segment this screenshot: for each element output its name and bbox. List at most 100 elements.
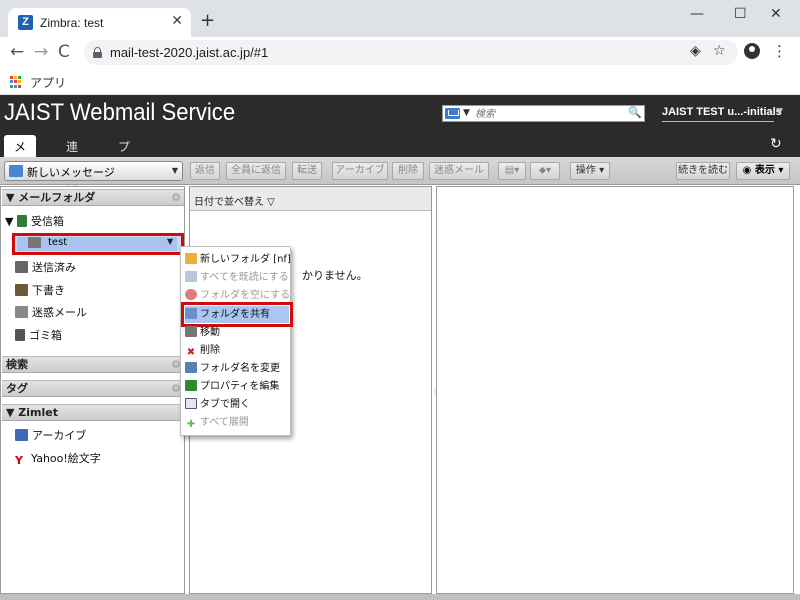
tab-mail[interactable]: メール — [4, 135, 37, 188]
sent-folder-icon — [15, 261, 28, 273]
tags-section-header[interactable]: タグ ⚙ — [2, 380, 184, 397]
sidebar-item-trash[interactable]: ゴミ箱 — [15, 327, 62, 345]
tab-title: Zimbra: test — [40, 16, 104, 30]
mail-search-type-icon[interactable] — [445, 108, 460, 119]
delete-x-icon: ✖ — [186, 347, 196, 358]
menu-item-expand-all[interactable]: ✚ すべて展開 — [185, 414, 289, 431]
sidebar-item-test[interactable]: test ▼ — [12, 233, 184, 255]
new-folder-icon — [185, 253, 197, 264]
browser-tab[interactable]: Z Zimbra: test ✕ — [8, 8, 191, 37]
actions-button[interactable]: 操作 ▾ — [570, 162, 610, 180]
menu-item-new-folder[interactable]: 新しいフォルダ [nf] — [185, 251, 291, 268]
reload-icon[interactable]: C — [58, 42, 70, 62]
rename-icon — [185, 362, 197, 373]
mail-folders-header[interactable]: ▼ メールフォルダ ⚙ — [2, 189, 184, 206]
forward-icon[interactable]: → — [34, 42, 48, 62]
search-icon[interactable]: 🔍 — [628, 106, 642, 119]
move-icon — [185, 326, 197, 337]
empty-folder-icon — [185, 289, 197, 300]
new-folder-label: 新しいフォルダ [nf] — [200, 254, 291, 265]
gear-icon[interactable]: ⚙ — [171, 190, 181, 205]
tags-section-title: タグ — [6, 382, 28, 395]
chevron-down-icon[interactable]: ▼ — [167, 237, 173, 246]
reply-button[interactable]: 返信 — [190, 162, 220, 180]
zimlet-section-title: Zimlet — [18, 406, 58, 419]
search-box[interactable]: ▼ 🔍 — [442, 105, 645, 122]
menu-item-move[interactable]: 移動 — [185, 324, 289, 341]
search-input[interactable] — [475, 107, 625, 121]
mail-folders-title: メールフォルダ — [18, 191, 96, 204]
omnibox[interactable]: mail-test-2020.jaist.ac.jp/#1 ◈ ☆ — [84, 40, 738, 65]
minimize-icon[interactable]: — — [690, 6, 704, 22]
new-message-button[interactable]: 新しいメッセージ ▼ — [4, 161, 183, 181]
user-menu-label[interactable]: JAIST TEST u...-initials — [662, 106, 782, 118]
trash-label: ゴミ箱 — [29, 329, 62, 342]
menu-item-delete[interactable]: ✖ 削除 — [185, 342, 289, 359]
new-tab-icon[interactable]: + — [200, 10, 215, 31]
apps-bookmark-label[interactable]: アプリ — [30, 74, 66, 91]
new-message-label: 新しいメッセージ — [27, 166, 115, 179]
mark-all-read-label: すべてを既読にする — [200, 272, 289, 283]
zimlet-item-archive[interactable]: アーカイブ — [15, 427, 86, 445]
inbox-icon — [16, 215, 27, 227]
bookmarks-bar: アプリ — [0, 68, 800, 95]
spam-button[interactable]: 迷惑メール — [429, 162, 489, 180]
profile-avatar-icon[interactable] — [744, 43, 760, 59]
browser-menu-icon[interactable]: ⋮ — [772, 42, 787, 60]
sidebar-item-spam[interactable]: 迷惑メール — [15, 304, 87, 322]
menu-item-empty-folder[interactable]: フォルダを空にする — [185, 287, 290, 304]
delete-button[interactable]: 削除 — [392, 162, 424, 180]
delete-label: 削除 — [200, 345, 220, 356]
zimbra-favicon-icon: Z — [18, 15, 33, 30]
menu-item-rename-folder[interactable]: フォルダ名を変更 — [185, 360, 289, 377]
archive-button[interactable]: アーカイブ — [332, 162, 388, 180]
archive-zimlet-icon — [15, 429, 28, 441]
actions-label: 操作 — [575, 165, 596, 176]
menu-item-mark-all-read[interactable]: すべてを既読にする — [185, 269, 289, 286]
url-text[interactable]: mail-test-2020.jaist.ac.jp/#1 — [110, 45, 268, 60]
properties-icon — [185, 380, 197, 391]
sort-header[interactable]: 日付で並べ替え ▽ — [190, 187, 431, 211]
chevron-down-icon[interactable]: ▼ — [172, 166, 178, 175]
menu-item-share-folder[interactable]: フォルダを共有 — [181, 302, 293, 327]
expand-all-label: すべて展開 — [200, 417, 249, 428]
zimlet-section-header[interactable]: ▼ Zimlet — [2, 404, 184, 421]
read-more-button[interactable]: 続きを読む — [676, 162, 730, 180]
menu-item-edit-properties[interactable]: プロパティを編集 — [185, 378, 289, 395]
reply-all-button[interactable]: 全員に返信 — [226, 162, 286, 180]
sidebar-item-drafts[interactable]: 下書き — [15, 282, 65, 300]
user-underline — [662, 121, 774, 122]
yahoo-icon: Y — [15, 454, 23, 467]
drafts-label: 下書き — [32, 284, 65, 297]
maximize-icon[interactable]: ☐ — [734, 6, 747, 22]
tag-icon[interactable]: ⬥▾ — [530, 162, 560, 180]
lock-icon — [93, 47, 102, 58]
tab-close-icon[interactable]: ✕ — [171, 13, 183, 29]
bookmark-star-icon[interactable]: ☆ — [713, 43, 726, 59]
tab-contacts[interactable]: 連絡先 — [56, 135, 88, 188]
trash-icon — [15, 329, 25, 341]
yahoo-emoji-label: Yahoo!絵文字 — [31, 452, 101, 465]
expand-plus-icon: ✚ — [186, 419, 196, 430]
menu-item-open-in-tab[interactable]: タブで開く — [185, 396, 289, 413]
refresh-icon[interactable]: ↻ — [770, 136, 782, 152]
folder-context-menu: 新しいフォルダ [nf] すべてを既読にする フォルダを空にする フォルダを共有… — [180, 246, 293, 436]
app-logo: JAIST Webmail Service — [4, 99, 236, 126]
sent-label: 送信済み — [32, 261, 76, 274]
mark-read-icon — [185, 271, 197, 282]
forward-button[interactable]: 転送 — [292, 162, 322, 180]
print-icon[interactable]: ▤▾ — [498, 162, 526, 180]
back-icon[interactable]: ← — [10, 42, 24, 62]
user-menu-chevron-icon[interactable]: ▼ — [776, 107, 783, 117]
inbox-label: 受信箱 — [30, 215, 64, 228]
window-close-icon[interactable]: ✕ — [770, 6, 782, 22]
view-button[interactable]: ◉ 表示 ▾ — [736, 162, 790, 180]
sidebar-item-inbox[interactable]: ▼ 受信箱 — [5, 213, 64, 231]
apps-grid-icon[interactable] — [10, 76, 22, 88]
sidebar-item-sent[interactable]: 送信済み — [15, 259, 76, 277]
chevron-down-icon[interactable]: ▼ — [463, 108, 470, 118]
search-section-header[interactable]: 検索 ⚙ — [2, 356, 184, 373]
zimlet-item-yahoo-emoji[interactable]: Y Yahoo!絵文字 — [15, 450, 101, 468]
tab-preferences[interactable]: プリファレンス — [108, 135, 140, 256]
cast-icon[interactable]: ◈ — [690, 43, 701, 59]
